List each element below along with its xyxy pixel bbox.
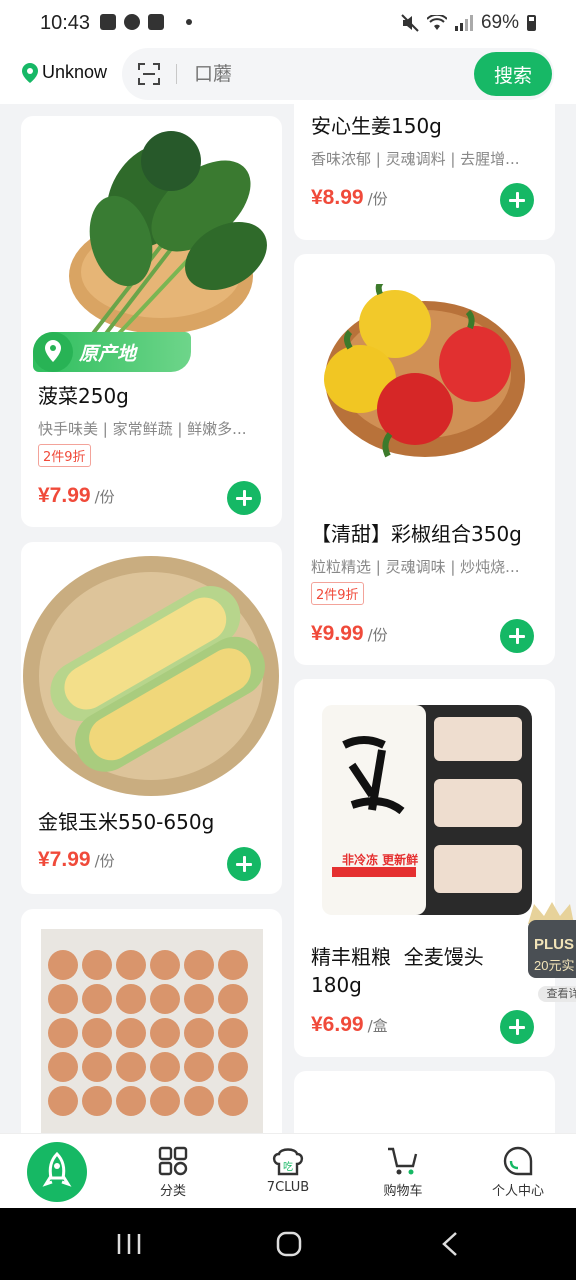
location-selector[interactable]: Unknow	[22, 62, 107, 83]
back-icon[interactable]	[436, 1230, 466, 1258]
cart-icon	[388, 1147, 418, 1175]
origin-pin-icon	[33, 332, 73, 372]
cloud-icon	[124, 14, 140, 30]
nav-profile[interactable]: 个人中心	[473, 1146, 563, 1206]
product-desc: 香味浓郁 | 灵魂调料 | 去腥增...	[311, 150, 520, 168]
svg-text:吃: 吃	[283, 1160, 293, 1173]
product-card-eggs[interactable]	[21, 909, 282, 1133]
product-card-corn[interactable]: 金银玉米550-650g ¥7.99 /份	[21, 542, 282, 894]
price-unit: /份	[94, 852, 115, 870]
nav-label: 购物车	[383, 1184, 423, 1199]
nav-category[interactable]: 分类	[128, 1146, 218, 1206]
home-circle-icon[interactable]	[274, 1230, 304, 1258]
add-to-cart-button[interactable]	[227, 847, 261, 881]
product-price: ¥9.99 /份	[311, 622, 388, 646]
check-icon	[148, 14, 164, 30]
product-name: 金银玉米550-650g	[38, 810, 215, 834]
product-card-ginger[interactable]: 安心生姜150g 香味浓郁 | 灵魂调料 | 去腥增... ¥8.99 /份	[294, 104, 555, 240]
product-price: ¥6.99 /盒	[311, 1013, 388, 1037]
add-to-cart-button[interactable]	[500, 619, 534, 653]
product-card-next[interactable]	[294, 1071, 555, 1133]
nav-label: 个人中心	[491, 1184, 544, 1199]
location-text: Unknow	[42, 62, 108, 82]
spinach-image	[69, 131, 267, 344]
dot-icon	[186, 19, 192, 25]
home-rocket-button[interactable]	[27, 1142, 87, 1202]
price-unit: /份	[94, 488, 115, 506]
product-name-line2: 180g	[311, 973, 362, 997]
image-icon	[100, 14, 116, 30]
product-name: 菠菜250g	[38, 384, 129, 408]
mute-icon	[401, 14, 419, 32]
price-amount: ¥9.99	[311, 622, 364, 645]
promo-tag: 2件9折	[311, 582, 364, 605]
scan-icon[interactable]	[138, 63, 160, 85]
signal-icon	[454, 15, 473, 31]
rocket-icon	[42, 1151, 72, 1187]
product-desc: 粒粒精选 | 灵魂调味 | 炒炖烧...	[311, 558, 520, 576]
corn-image	[23, 556, 279, 796]
battery-icon	[527, 15, 536, 31]
nav-label: 7CLUB	[266, 1180, 310, 1195]
search-bar: 搜索	[122, 48, 554, 100]
plus-title: PLUS	[534, 936, 575, 953]
origin-badge: 原产地	[33, 332, 191, 372]
origin-badge-text: 原产地	[79, 342, 137, 365]
package-text: 非冷冻 更新鲜	[342, 853, 419, 867]
price-amount: ¥7.99	[38, 484, 91, 507]
plus-subtitle: 20元实	[534, 958, 575, 973]
product-desc: 快手味美 | 家常鲜蔬 | 鲜嫩多...	[38, 420, 247, 438]
chef-hat-icon: 吃	[272, 1148, 304, 1176]
add-to-cart-button[interactable]	[500, 1010, 534, 1044]
buns-package-image	[322, 705, 532, 915]
price-amount: ¥8.99	[311, 186, 364, 209]
plus-member-widget[interactable]: PLUS 20元实 查看详	[518, 900, 576, 1010]
profile-icon	[503, 1146, 533, 1176]
status-bar: 10:43 69%	[0, 0, 576, 46]
product-card-peppers[interactable]: 【清甜】彩椒组合350g 粒粒精选 | 灵魂调味 | 炒炖烧... 2件9折 ¥…	[294, 254, 555, 665]
wifi-icon	[426, 15, 447, 30]
search-button[interactable]: 搜索	[474, 52, 552, 96]
search-divider	[176, 64, 177, 84]
nav-7club[interactable]: 吃 7CLUB	[243, 1146, 333, 1206]
bottom-nav: 分类 吃 7CLUB 购物车 个人中心	[0, 1133, 576, 1209]
price-unit: /份	[367, 626, 388, 644]
system-navigation-bar	[0, 1208, 576, 1280]
promo-tag: 2件9折	[38, 444, 91, 467]
price-unit: /盒	[367, 1017, 388, 1035]
product-price: ¥8.99 /份	[311, 186, 388, 210]
nav-cart[interactable]: 购物车	[358, 1146, 448, 1206]
product-name: 【清甜】彩椒组合350g	[311, 522, 522, 546]
product-name: 安心生姜150g	[311, 114, 442, 138]
product-price: ¥7.99 /份	[38, 484, 115, 508]
nav-label: 分类	[159, 1184, 186, 1199]
add-to-cart-button[interactable]	[500, 183, 534, 217]
product-price: ¥7.99 /份	[38, 848, 115, 872]
price-amount: ¥6.99	[311, 1013, 364, 1036]
top-header: Unknow 搜索	[0, 46, 576, 104]
peppers-image	[324, 284, 525, 458]
battery-text: 69%	[480, 12, 519, 33]
status-time: 10:43	[40, 12, 91, 34]
product-name: 精丰粗粮 全麦馒头	[311, 945, 484, 969]
category-icon	[158, 1146, 188, 1176]
eggs-image	[41, 929, 263, 1133]
product-card-buns[interactable]: 非冷冻 更新鲜 精丰粗粮 全麦馒头 180g ¥6.99 /盒	[294, 679, 555, 1057]
recent-apps-icon[interactable]	[114, 1230, 144, 1258]
add-to-cart-button[interactable]	[227, 481, 261, 515]
price-unit: /份	[367, 190, 388, 208]
product-card-spinach[interactable]: 原产地 菠菜250g 快手味美 | 家常鲜蔬 | 鲜嫩多... 2件9折 ¥7.…	[21, 116, 282, 527]
search-input[interactable]	[192, 61, 456, 89]
price-amount: ¥7.99	[38, 848, 91, 871]
plus-detail-button[interactable]: 查看详	[538, 986, 576, 1002]
product-feed[interactable]: 原产地 菠菜250g 快手味美 | 家常鲜蔬 | 鲜嫩多... 2件9折 ¥7.…	[0, 104, 576, 1133]
location-pin-icon	[22, 62, 38, 83]
